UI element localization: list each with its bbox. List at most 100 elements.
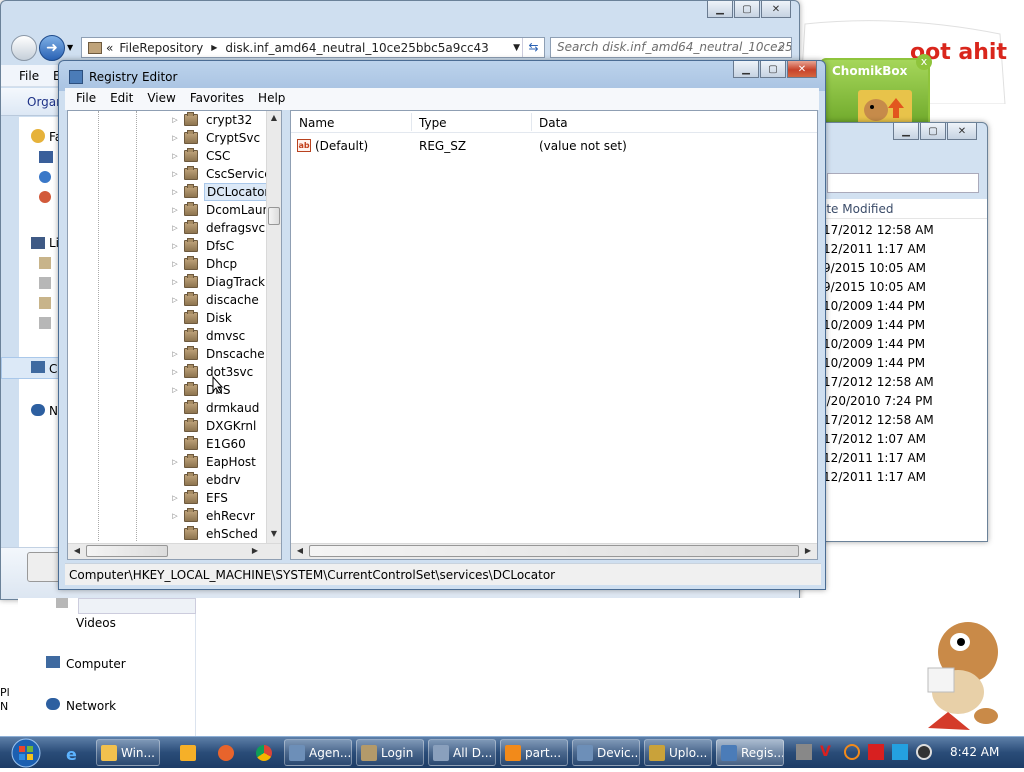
tree-node[interactable]: dmvsc bbox=[170, 327, 247, 345]
taskbar-button[interactable]: Uplo... bbox=[644, 739, 712, 766]
maximize-icon[interactable]: ▢ bbox=[920, 123, 946, 140]
address-dropdown-icon[interactable]: ▼ bbox=[513, 43, 520, 53]
nav-videos[interactable]: Videos bbox=[76, 616, 116, 630]
file-date-cell[interactable]: /9/2015 10:05 AM bbox=[813, 259, 987, 278]
maximize-icon[interactable]: ▢ bbox=[760, 61, 786, 78]
file-date-cell[interactable]: /9/2015 10:05 AM bbox=[813, 278, 987, 297]
taskbar-button[interactable]: Agen... bbox=[284, 739, 352, 766]
value-row[interactable]: ab (Default) REG_SZ (value not set) bbox=[291, 137, 817, 155]
overflow-chevron-icon[interactable]: « bbox=[106, 41, 113, 55]
minimize-icon[interactable]: ▁ bbox=[733, 61, 759, 78]
expand-arrow-icon[interactable]: ▷ bbox=[170, 260, 180, 268]
expand-arrow-icon[interactable]: ▷ bbox=[170, 296, 180, 304]
minimize-icon[interactable]: ▁ bbox=[707, 1, 733, 18]
tree-node[interactable]: ▷ EFS bbox=[170, 489, 230, 507]
taskbar-button[interactable]: Login bbox=[356, 739, 424, 766]
tree-node[interactable]: ▷ DcomLaun bbox=[170, 201, 266, 219]
minimize-icon[interactable]: ▁ bbox=[893, 123, 919, 140]
scroll-left-icon[interactable]: ◀ bbox=[293, 546, 307, 555]
expand-arrow-icon[interactable]: ▷ bbox=[170, 170, 180, 178]
menu-file[interactable]: File bbox=[19, 69, 39, 83]
tree-node[interactable]: ▷ CryptSvc bbox=[170, 129, 262, 147]
maximize-icon[interactable]: ▢ bbox=[734, 1, 760, 18]
menu-favorites[interactable]: Favorites bbox=[183, 88, 251, 108]
explorer-window-right[interactable]: ▁ ▢ ✕ ate Modified /17/2012 12:58 AM/12/… bbox=[812, 122, 988, 542]
close-icon[interactable]: ✕ bbox=[947, 123, 977, 140]
taskbar-button[interactable]: Win... bbox=[96, 739, 160, 766]
expand-arrow-icon[interactable]: ▷ bbox=[170, 224, 180, 232]
expand-arrow-icon[interactable]: ▷ bbox=[170, 242, 180, 250]
search-box[interactable] bbox=[827, 173, 979, 193]
breadcrumb-disk[interactable]: disk.inf_amd64_neutral_10ce25bbc5a9cc43 bbox=[225, 41, 488, 55]
file-date-cell[interactable]: /10/2009 1:44 PM bbox=[813, 316, 987, 335]
tree-node[interactable]: ▷ EapHost bbox=[170, 453, 258, 471]
start-button[interactable] bbox=[6, 737, 46, 769]
tree-vertical-scrollbar[interactable]: ▲ ▼ bbox=[266, 111, 281, 543]
tree-node[interactable]: ▷ ehRecvr bbox=[170, 507, 257, 525]
tree-node[interactable]: Disk bbox=[170, 309, 234, 327]
registry-values-pane[interactable]: Name Type Data ab (Default) REG_SZ (valu… bbox=[290, 110, 818, 560]
tray-app-icon[interactable] bbox=[796, 744, 812, 760]
file-date-cell[interactable]: /10/2009 1:44 PM bbox=[813, 354, 987, 373]
scroll-right-icon[interactable]: ▶ bbox=[801, 546, 815, 555]
column-name[interactable]: Name bbox=[299, 116, 334, 130]
tree-node[interactable]: ▷ CSC bbox=[170, 147, 232, 165]
column-type[interactable]: Type bbox=[419, 116, 447, 130]
taskbar-button[interactable]: part... bbox=[500, 739, 568, 766]
file-date-cell[interactable]: /17/2012 12:58 AM bbox=[813, 411, 987, 430]
file-date-cell[interactable]: /17/2012 12:58 AM bbox=[813, 221, 987, 240]
file-date-cell[interactable]: /12/2011 1:17 AM bbox=[813, 468, 987, 487]
tree-node[interactable]: ▷ defragsvc bbox=[170, 219, 266, 237]
scroll-thumb[interactable] bbox=[86, 545, 168, 557]
ie-quicklaunch-icon[interactable]: e bbox=[66, 745, 84, 764]
history-dropdown-icon[interactable]: ▼ bbox=[67, 43, 73, 52]
file-date-cell[interactable]: /17/2012 12:58 AM bbox=[813, 373, 987, 392]
tree-node[interactable]: ▷ crypt32 bbox=[170, 111, 254, 129]
chomikbox-widget[interactable]: ChomikBox x bbox=[820, 54, 932, 128]
expand-arrow-icon[interactable]: ▷ bbox=[170, 350, 180, 358]
search-input[interactable]: Search disk.inf_amd64_neutral_10ce25... … bbox=[550, 37, 792, 58]
expand-arrow-icon[interactable]: ▷ bbox=[170, 512, 180, 520]
expand-arrow-icon[interactable]: ▷ bbox=[170, 206, 180, 214]
expand-arrow-icon[interactable]: ▷ bbox=[170, 458, 180, 466]
column-header-date-modified[interactable]: ate Modified bbox=[813, 199, 987, 219]
tree-node[interactable]: ▷ DCLocator bbox=[170, 183, 266, 201]
tree-node[interactable]: ▷ Dhcp bbox=[170, 255, 239, 273]
tree-node[interactable]: ▷ CscService bbox=[170, 165, 266, 183]
file-date-cell[interactable]: /12/2011 1:17 AM bbox=[813, 449, 987, 468]
registry-tree[interactable]: ▷ crypt32 ▷ CryptSvc ▷ CSC ▷ CscService ▷ DCLocat… bbox=[67, 110, 282, 560]
scroll-thumb[interactable] bbox=[309, 545, 799, 557]
file-date-cell[interactable]: 1/20/2010 7:24 PM bbox=[813, 392, 987, 411]
close-icon[interactable]: ✕ bbox=[787, 61, 817, 78]
expand-arrow-icon[interactable]: ▷ bbox=[170, 152, 180, 160]
tree-node[interactable]: DXGKrnl bbox=[170, 417, 258, 435]
expand-arrow-icon[interactable]: ▷ bbox=[170, 278, 180, 286]
expand-arrow-icon[interactable]: ▷ bbox=[170, 188, 180, 196]
chrome-quicklaunch-icon[interactable] bbox=[256, 745, 272, 761]
taskbar-button[interactable]: Devic... bbox=[572, 739, 640, 766]
tree-node[interactable]: drmkaud bbox=[170, 399, 261, 417]
close-icon[interactable]: ✕ bbox=[761, 1, 791, 18]
breadcrumb-fileRepository[interactable]: FileRepository bbox=[119, 41, 203, 55]
menu-edit[interactable]: Edit bbox=[103, 88, 140, 108]
file-date-cell[interactable]: /17/2012 1:07 AM bbox=[813, 430, 987, 449]
scroll-thumb[interactable] bbox=[268, 207, 280, 225]
file-date-cell[interactable]: /12/2011 1:17 AM bbox=[813, 240, 987, 259]
breadcrumb-separator-icon[interactable]: ▶ bbox=[211, 43, 217, 52]
tree-node[interactable]: E1G60 bbox=[170, 435, 248, 453]
expand-arrow-icon[interactable]: ▷ bbox=[170, 494, 180, 502]
tray-v-icon[interactable]: V bbox=[820, 744, 836, 760]
tray-display-icon[interactable] bbox=[892, 744, 908, 760]
expand-arrow-icon[interactable]: ▷ bbox=[170, 368, 180, 376]
registry-editor-window[interactable]: Registry Editor ▁ ▢ ✕ File Edit View Fav… bbox=[58, 60, 826, 590]
tree-node[interactable]: ehSched bbox=[170, 525, 260, 543]
tree-node[interactable]: ▷ DfsC bbox=[170, 237, 236, 255]
address-bar[interactable]: « FileRepository ▶ disk.inf_amd64_neutra… bbox=[81, 37, 545, 58]
scroll-down-icon[interactable]: ▼ bbox=[267, 529, 281, 538]
column-data[interactable]: Data bbox=[539, 116, 568, 130]
app-quicklaunch-icon[interactable] bbox=[218, 745, 234, 761]
media-quicklaunch-icon[interactable] bbox=[180, 745, 196, 761]
menu-file[interactable]: File bbox=[69, 88, 103, 108]
tray-volume-icon[interactable] bbox=[916, 744, 932, 760]
scroll-up-icon[interactable]: ▲ bbox=[267, 113, 281, 122]
